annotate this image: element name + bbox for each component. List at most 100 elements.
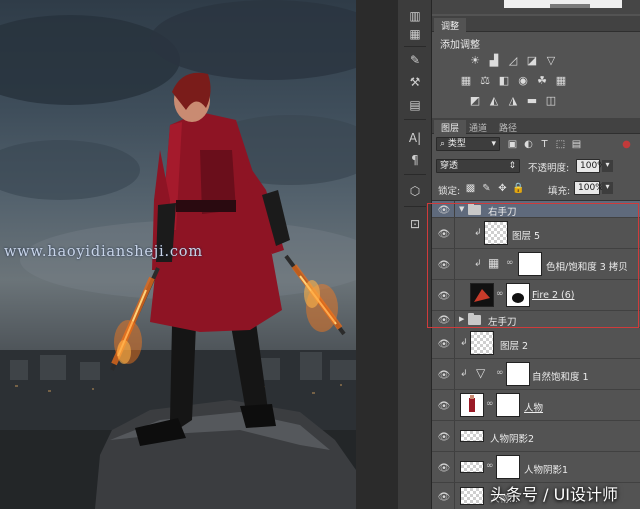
- visibility-eye-icon[interactable]: 👁: [438, 290, 451, 302]
- collapse-triangle-icon[interactable]: ▶: [459, 315, 464, 323]
- opacity-label: 不透明度:: [528, 163, 570, 174]
- histogram-preview: [432, 0, 640, 14]
- lock-transparent-icon[interactable]: ▩: [464, 182, 477, 195]
- layer-row-layer2[interactable]: 👁 ↲ 图层 2: [432, 328, 640, 359]
- layer-row-fire[interactable]: 👁 ∞ Fire 2 (6): [432, 280, 640, 311]
- visibility-eye-icon[interactable]: 👁: [438, 462, 451, 474]
- hue-saturation-icon: ▦: [488, 256, 500, 270]
- layer-comps-icon[interactable]: ▥: [403, 6, 427, 26]
- visibility-eye-icon[interactable]: 👁: [438, 338, 451, 350]
- channel-mixer-icon[interactable]: ☘: [535, 74, 549, 87]
- filter-kind-select[interactable]: ⌕ 类型 ▾: [436, 137, 500, 151]
- layer-row-group-left-blade[interactable]: 👁 ▶ 左手刀: [432, 311, 640, 328]
- workspace-gutter: [356, 0, 398, 509]
- chevron-updown-icon: ⇕: [508, 161, 516, 171]
- folder-icon: [468, 313, 481, 325]
- layer-name: 人物阴影2: [490, 434, 535, 445]
- filter-toggle-icon[interactable]: ●: [620, 138, 633, 151]
- visibility-eye-icon[interactable]: 👁: [438, 204, 451, 216]
- vibrance-icon[interactable]: ▽: [544, 54, 558, 67]
- layer-name: 自然饱和度 1: [532, 372, 589, 383]
- layer-thumbnail: [460, 393, 484, 417]
- filter-shape-icon[interactable]: ⬚: [554, 138, 567, 151]
- posterize-icon[interactable]: ◭: [487, 94, 501, 107]
- paragraph-icon[interactable]: ¶: [403, 150, 427, 170]
- grid-icon[interactable]: ▦: [403, 24, 427, 44]
- link-icon: ∞: [486, 461, 494, 471]
- fill-label: 填充:: [548, 186, 571, 197]
- selective-color-icon[interactable]: ◫: [544, 94, 558, 107]
- chevron-down-icon: ▾: [491, 139, 496, 149]
- swatches-icon[interactable]: ▤: [403, 95, 427, 115]
- lock-label: 锁定:: [438, 186, 461, 197]
- layer-name: 图层 2: [500, 341, 529, 352]
- clipping-mask-icon: ↲: [474, 228, 482, 238]
- fire-thumbnail-art: [474, 289, 490, 302]
- filter-smart-object-icon[interactable]: ▤: [570, 138, 583, 151]
- visibility-eye-icon[interactable]: 👁: [438, 228, 451, 240]
- person-thumbnail-art: [469, 395, 475, 412]
- visibility-eye-icon[interactable]: 👁: [438, 369, 451, 381]
- lock-position-icon[interactable]: ✥: [496, 182, 509, 195]
- layer-thumbnail: [460, 461, 484, 473]
- curves-icon[interactable]: ◿: [506, 54, 520, 67]
- timeline-icon[interactable]: ⊡: [403, 214, 427, 234]
- black-white-icon[interactable]: ◧: [497, 74, 511, 87]
- layer-list: 👁 ▼ 右手刀 👁 ↲ 图层 5 👁 ↲ ▦ ∞ 色相/饱和度 3 拷贝 👁 ∞…: [432, 200, 640, 509]
- layer-row-person-shadow2[interactable]: 👁 人物阴影2: [432, 421, 640, 452]
- layer-mask-thumbnail: [506, 283, 530, 307]
- vibrance-icon: ▽: [476, 366, 486, 380]
- link-icon: ∞: [496, 289, 504, 299]
- photo-filter-icon[interactable]: ◉: [516, 74, 530, 87]
- layer-name: Fire 2 (6): [532, 290, 575, 301]
- tab-channels[interactable]: 通道: [462, 120, 494, 134]
- clipping-mask-icon: ↲: [460, 369, 468, 379]
- layer-row-hue-saturation-copy[interactable]: 👁 ↲ ▦ ∞ 色相/饱和度 3 拷贝: [432, 249, 640, 280]
- visibility-eye-icon[interactable]: 👁: [438, 431, 451, 443]
- layers-controls: ⌕ 类型 ▾ ▣ ◐ T ⬚ ▤ ● 穿透 ⇕ 不透明度: 100% ▾ 锁定: …: [432, 134, 640, 200]
- link-icon: ∞: [496, 368, 504, 378]
- blend-mode-select[interactable]: 穿透 ⇕: [436, 159, 520, 173]
- document-canvas[interactable]: www.haoyidiansheji.com: [0, 0, 356, 509]
- brush-settings-icon[interactable]: ✎: [403, 50, 427, 70]
- 3d-icon[interactable]: ⬡: [403, 181, 427, 201]
- visibility-eye-icon[interactable]: 👁: [438, 259, 451, 271]
- lock-all-icon[interactable]: 🔒: [512, 182, 525, 195]
- layer-row-vibrance[interactable]: 👁 ↲ ▽ ∞ 自然饱和度 1: [432, 359, 640, 390]
- levels-icon[interactable]: ▟: [487, 54, 501, 67]
- threshold-icon[interactable]: ◮: [506, 94, 520, 107]
- invert-icon[interactable]: ◩: [468, 94, 482, 107]
- tool-presets-icon[interactable]: ⚒: [403, 72, 427, 92]
- opacity-dropdown-icon[interactable]: ▾: [602, 160, 613, 172]
- layer-row-group-right-blade[interactable]: 👁 ▼ 右手刀: [432, 201, 640, 218]
- color-lookup-icon[interactable]: ▦: [554, 74, 568, 87]
- layer-thumbnail: [470, 283, 494, 307]
- layer-name: 人物阴影1: [524, 465, 569, 476]
- layer-row-person[interactable]: 👁 ∞ 人物: [432, 390, 640, 421]
- blend-mode-value: 穿透: [440, 161, 459, 171]
- visibility-eye-icon[interactable]: 👁: [438, 314, 451, 326]
- layers-tabbar: 图层 通道 路径: [432, 118, 640, 134]
- lock-pixels-icon[interactable]: ✎: [480, 182, 493, 195]
- exposure-icon[interactable]: ◪: [525, 54, 539, 67]
- credit-watermark: 头条号 / UI设计师: [490, 484, 618, 504]
- layer-name: 图层 5: [512, 231, 541, 242]
- filter-type-icon[interactable]: T: [538, 138, 551, 151]
- visibility-eye-icon[interactable]: 👁: [438, 491, 451, 503]
- tab-paths[interactable]: 路径: [492, 120, 524, 134]
- tab-adjustments[interactable]: 调整: [434, 18, 467, 32]
- hue-saturation-icon[interactable]: ▦: [459, 74, 473, 87]
- link-icon: ∞: [506, 258, 514, 268]
- opacity-input[interactable]: 100%: [576, 159, 606, 173]
- brightness-contrast-icon[interactable]: ☀: [468, 54, 482, 67]
- gradient-map-icon[interactable]: ▬: [525, 94, 539, 107]
- character-icon[interactable]: A|: [403, 128, 427, 148]
- fill-dropdown-icon[interactable]: ▾: [602, 182, 613, 194]
- filter-adjustment-icon[interactable]: ◐: [522, 138, 535, 151]
- layer-row-layer5[interactable]: 👁 ↲ 图层 5: [432, 218, 640, 249]
- visibility-eye-icon[interactable]: 👁: [438, 400, 451, 412]
- color-balance-icon[interactable]: ⚖: [478, 74, 492, 87]
- expand-triangle-icon[interactable]: ▼: [459, 205, 464, 213]
- filter-pixel-icon[interactable]: ▣: [506, 138, 519, 151]
- fill-input[interactable]: 100%: [574, 181, 604, 195]
